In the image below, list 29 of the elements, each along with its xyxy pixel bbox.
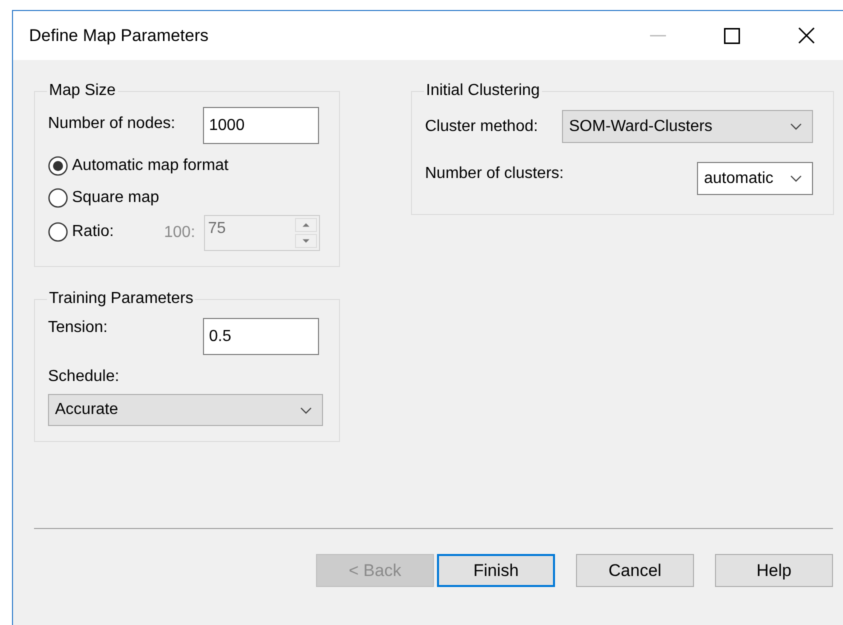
radio-option[interactable]: Automatic map format bbox=[48, 154, 228, 178]
dropdown[interactable]: Accurate bbox=[48, 394, 323, 426]
window-title: Define Map Parameters bbox=[29, 26, 210, 46]
radio-button[interactable] bbox=[48, 222, 68, 242]
field-label: Tension: bbox=[48, 319, 108, 336]
close-icon[interactable] bbox=[798, 27, 814, 44]
field-label: Schedule: bbox=[48, 368, 120, 385]
dropdown[interactable]: automatic bbox=[697, 162, 813, 195]
group-title: Map Size bbox=[48, 82, 117, 100]
chevron-icon bbox=[790, 175, 802, 182]
input-field[interactable]: 1000 bbox=[203, 107, 319, 144]
input-field[interactable]: 0.5 bbox=[203, 318, 319, 355]
field-label: Number of clusters: bbox=[425, 165, 564, 182]
radio-button[interactable] bbox=[48, 156, 68, 176]
radio-option[interactable]: Ratio: bbox=[48, 220, 114, 244]
dialog-button[interactable]: Cancel bbox=[576, 554, 694, 587]
group-title: Training Parameters bbox=[48, 290, 194, 308]
dialog-button[interactable]: Help bbox=[715, 554, 833, 587]
radio-option[interactable]: Square map bbox=[48, 186, 160, 210]
field-label: Number of nodes: bbox=[48, 115, 176, 132]
dropdown[interactable]: SOM-Ward-Clusters bbox=[562, 110, 813, 143]
group-title: Initial Clustering bbox=[425, 82, 541, 100]
maximize-icon[interactable] bbox=[724, 28, 740, 44]
field-label: Cluster method: bbox=[425, 118, 538, 134]
radio-button[interactable] bbox=[48, 188, 68, 208]
chevron-icon bbox=[790, 123, 802, 130]
ratio-prefix: 100: bbox=[164, 224, 196, 242]
chevron-icon bbox=[300, 406, 312, 414]
dialog-button[interactable]: Finish bbox=[437, 554, 555, 587]
